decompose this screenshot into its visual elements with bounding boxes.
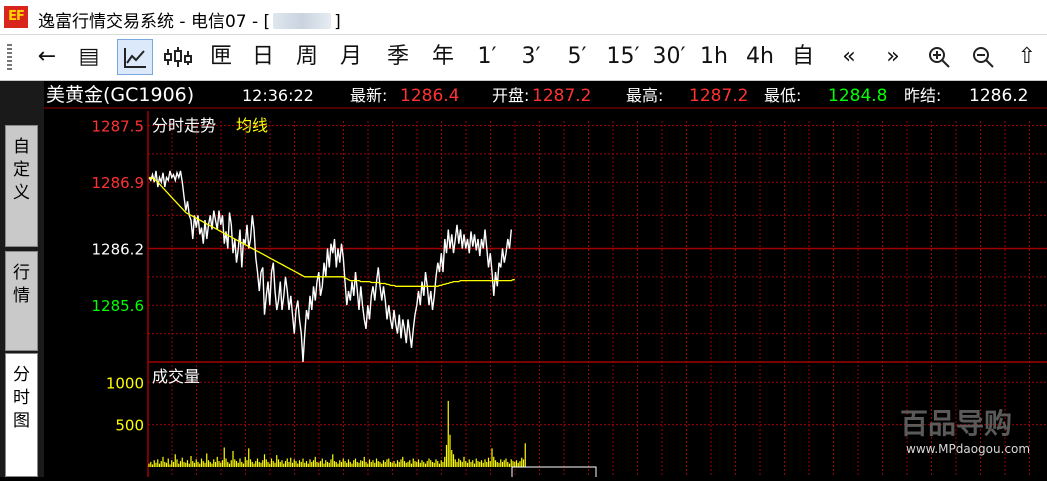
zoom-out-button[interactable] [966, 39, 1000, 75]
period-day-button-label: 日 [251, 44, 274, 69]
tab-quotes-label: 行情 [13, 263, 30, 306]
toolbar: ← ▤ 匣日周月季年 1′ 3′ 5′ 15′ 30′ 1h 4h 自 « » ⇧ [0, 35, 1047, 81]
volume-title: 成交量 [152, 367, 200, 386]
period-4h-button[interactable]: 4h [742, 39, 778, 75]
app-logo: EF [4, 6, 28, 28]
zoom-in-icon [927, 44, 951, 69]
period-year-button[interactable]: 年 [426, 39, 460, 75]
candle-chart-button[interactable] [160, 39, 196, 75]
period-week-button-label: 周 [295, 44, 318, 69]
back-button[interactable]: ← [30, 39, 64, 75]
open-price-value: 1287.2 [532, 86, 591, 106]
chart-title: 分时走势 [152, 116, 216, 135]
window-title-prefix: 逸富行情交易系统 - 电信07 - [ [38, 12, 271, 32]
low-price-label: 最低: [764, 86, 801, 105]
period-year-button-label: 年 [431, 44, 454, 69]
scroll-left-button[interactable]: « [832, 39, 866, 75]
period-30min-button-label: 30′ [652, 44, 686, 69]
list-view-button[interactable]: ▤ [72, 39, 106, 75]
period-15min-button[interactable]: 15′ [604, 39, 642, 75]
volume-tick-label: 500 [115, 417, 144, 435]
zoom-out-icon [971, 44, 995, 69]
y-tick-label: 1286.9 [92, 174, 145, 192]
period-week-button[interactable]: 周 [290, 39, 324, 75]
tab-custom[interactable]: 自定义 [5, 125, 38, 247]
period-5min-button-label: 5′ [567, 44, 587, 69]
y-tick-label: 1287.5 [92, 117, 145, 135]
high-price-label: 最高: [626, 86, 663, 105]
y-tick-label: 1286.2 [92, 240, 145, 258]
candlestick-icon [163, 44, 193, 69]
toolbar-grip-handle[interactable] [7, 44, 12, 70]
list-view-button-label: ▤ [78, 44, 100, 69]
prev-settle-value: 1286.2 [969, 86, 1028, 106]
period-3min-button[interactable]: 3′ [514, 39, 548, 75]
scroll-left-button-label: « [842, 44, 856, 69]
last-price-value: 1286.4 [400, 86, 459, 106]
timeshare-chart[interactable]: 美黄金(GC1906) 12:36:22 最新: 1286.4 开盘: 1287.2 最高:… [44, 81, 1047, 480]
window-title: 逸富行情交易系统 - 电信07 - [] [38, 7, 341, 32]
period-1h-button-label: 1h [700, 44, 728, 69]
indicator-button-label: 匣 [209, 44, 232, 69]
avg-line-legend: 均线 [236, 116, 268, 135]
time-cursor-box [511, 466, 597, 480]
y-tick-label: 1285.6 [92, 297, 145, 315]
period-month-button[interactable]: 月 [334, 39, 368, 75]
low-price-value: 1284.8 [828, 86, 887, 106]
up-button[interactable]: ⇧ [1010, 39, 1044, 75]
tab-timeshare-label: 分时图 [13, 365, 30, 431]
period-5min-button[interactable]: 5′ [560, 39, 594, 75]
side-tab-panel: 自定义 行情 分时图 [0, 81, 44, 477]
volume-tick-label: 1000 [106, 374, 144, 392]
quote-header: 美黄金(GC1906) 12:36:22 最新: 1286.4 开盘: 1287.2 最高:… [44, 81, 1047, 107]
prev-settle-label: 昨结: [904, 86, 941, 105]
period-month-button-label: 月 [339, 44, 362, 69]
watermark-url: www.MPdaogou.com [906, 442, 1030, 456]
open-price-label: 开盘: [492, 86, 529, 105]
period-1min-button[interactable]: 1′ [470, 39, 504, 75]
last-price-label: 最新: [350, 86, 387, 105]
symbol-name: 美黄金(GC1906) [46, 84, 194, 106]
title-bar: EF 逸富行情交易系统 - 电信07 - [] [0, 0, 1047, 35]
indicator-button[interactable]: 匣 [204, 39, 238, 75]
window-title-suffix: ] [334, 12, 341, 32]
scroll-right-button[interactable]: » [876, 39, 910, 75]
quote-time: 12:36:22 [242, 86, 314, 105]
period-4h-button-label: 4h [746, 44, 774, 69]
high-price-value: 1287.2 [689, 86, 748, 106]
line-chart-icon [122, 45, 148, 70]
tab-quotes[interactable]: 行情 [5, 251, 38, 351]
period-season-button[interactable]: 季 [380, 39, 416, 75]
custom-period-button[interactable]: 自 [786, 39, 820, 75]
redacted-account [273, 13, 332, 29]
watermark-brand: 百品导购 [900, 407, 1012, 440]
back-button-label: ← [37, 44, 57, 69]
chart-area[interactable]: 美黄金(GC1906) 12:36:22 最新: 1286.4 开盘: 1287.2 最高:… [44, 81, 1047, 480]
period-1min-button-label: 1′ [477, 44, 497, 69]
period-1h-button[interactable]: 1h [696, 39, 732, 75]
zoom-in-button[interactable] [922, 39, 956, 75]
tab-custom-label: 自定义 [13, 137, 30, 203]
tab-timeshare[interactable]: 分时图 [5, 353, 38, 477]
scroll-right-button-label: » [886, 44, 900, 69]
custom-period-button-label: 自 [791, 44, 814, 69]
period-15min-button-label: 15′ [606, 44, 640, 69]
period-3min-button-label: 3′ [521, 44, 541, 69]
up-button-label: ⇧ [1017, 44, 1037, 69]
period-season-button-label: 季 [386, 44, 409, 69]
timeshare-chart-button[interactable] [117, 39, 153, 75]
period-30min-button[interactable]: 30′ [650, 39, 688, 75]
period-day-button[interactable]: 日 [246, 39, 280, 75]
